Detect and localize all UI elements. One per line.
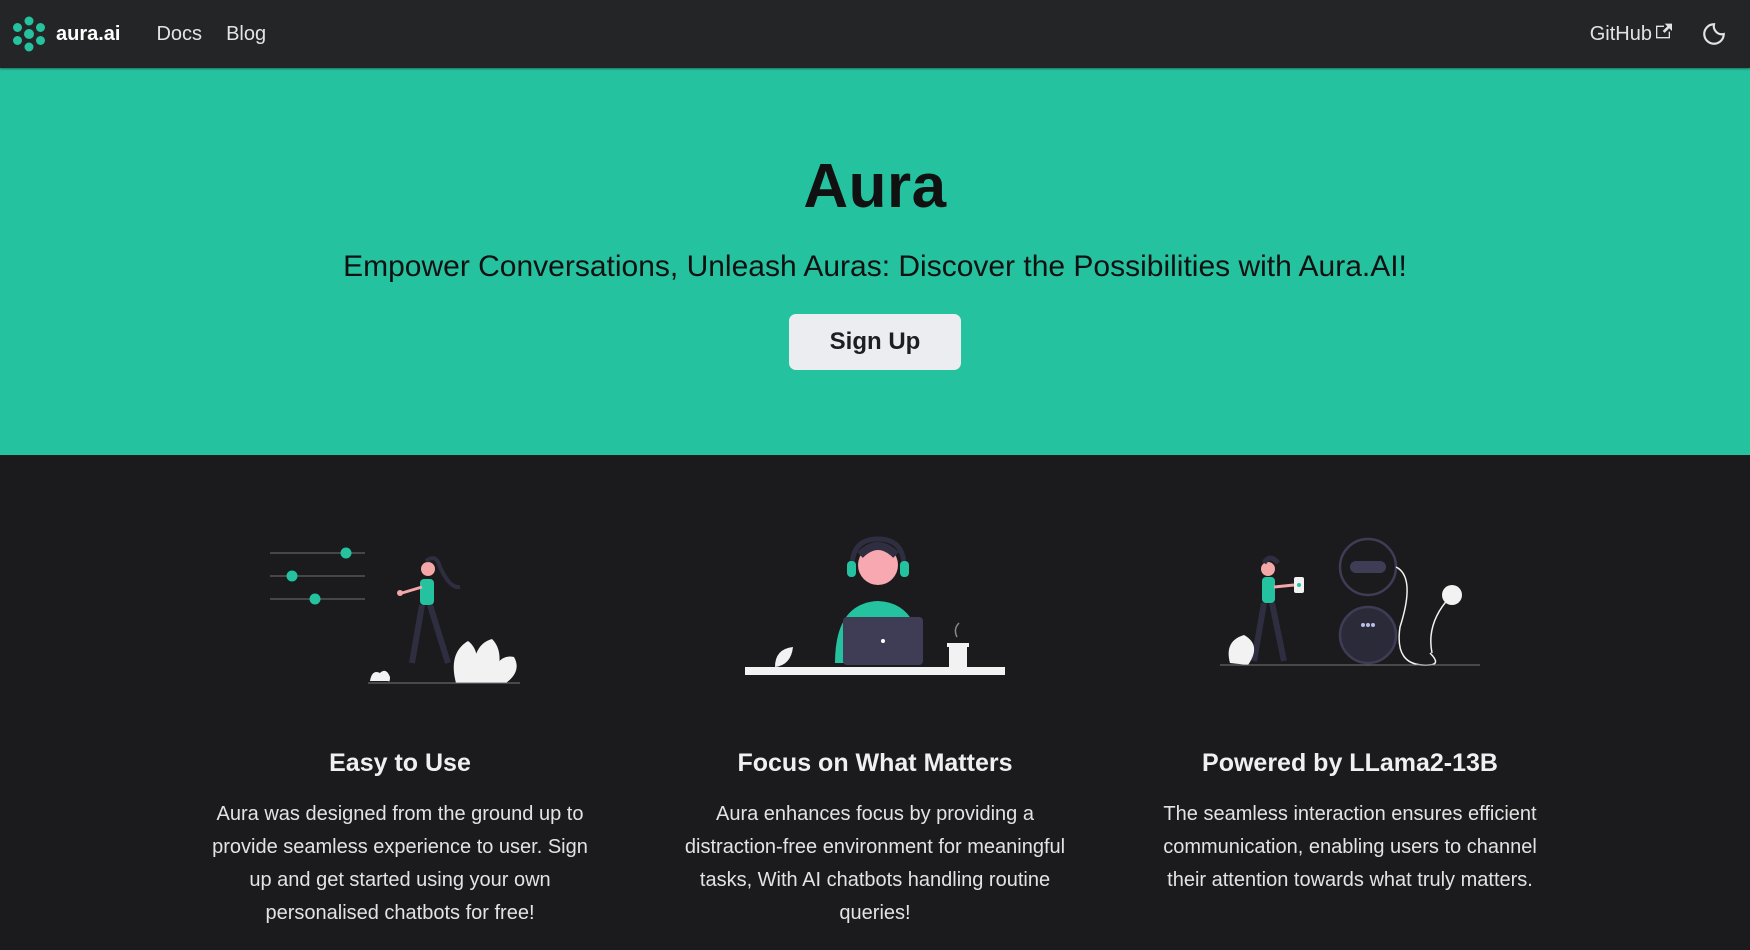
woman-and-robot-illustration	[1220, 537, 1480, 666]
feature-illustration	[179, 533, 622, 693]
github-link[interactable]: GitHub	[1578, 15, 1684, 54]
feature-illustration	[654, 533, 1097, 693]
feature-title: Powered by LLama2-13B	[1202, 749, 1498, 777]
feature-card-focus: Focus on What Matters Aura enhances focu…	[638, 533, 1113, 930]
feature-title: Easy to Use	[329, 749, 471, 777]
feature-card-llama: Powered by LLama2-13B The seamless inter…	[1113, 533, 1588, 930]
feature-illustration	[1129, 533, 1572, 693]
external-link-icon	[1656, 23, 1672, 39]
navbar: aura.ai Docs Blog GitHub	[0, 0, 1750, 68]
brand-name: aura.ai	[56, 22, 121, 45]
person-at-laptop-illustration	[745, 536, 1005, 675]
feature-description: The seamless interaction ensures efficie…	[1163, 803, 1537, 891]
logo-icon	[13, 16, 45, 52]
woman-walking-illustration	[270, 547, 520, 684]
nav-link-blog[interactable]: Blog	[214, 15, 278, 54]
github-label: GitHub	[1589, 22, 1652, 45]
feature-title: Focus on What Matters	[737, 749, 1013, 777]
feature-description: Aura was designed from the ground up to …	[212, 803, 588, 924]
hero-section: Aura Empower Conversations, Unleash Aura…	[0, 68, 1750, 455]
sign-up-button[interactable]: Sign Up	[788, 314, 962, 370]
feature-card-easy-to-use: Easy to Use Aura was designed from the g…	[163, 533, 638, 930]
hero-title: Aura	[803, 152, 947, 221]
features-section: Easy to Use Aura was designed from the g…	[0, 455, 1750, 930]
hero-subtitle: Empower Conversations, Unleash Auras: Di…	[343, 250, 1407, 283]
feature-description: Aura enhances focus by providing a distr…	[684, 803, 1066, 924]
moon-icon	[1703, 23, 1725, 45]
nav-link-docs[interactable]: Docs	[144, 15, 214, 54]
brand-link[interactable]: aura.ai	[10, 15, 120, 53]
theme-toggle-button[interactable]	[1694, 14, 1734, 54]
navbar-right: GitHub	[1578, 14, 1740, 54]
